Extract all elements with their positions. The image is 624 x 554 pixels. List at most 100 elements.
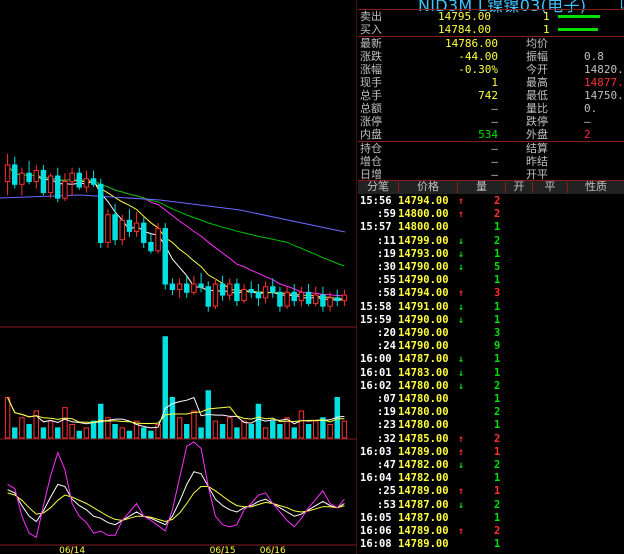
- tick-row[interactable]: :53 14787.00 ↓ 2: [358, 499, 624, 512]
- tick-row[interactable]: 16:00 14787.00 ↓ 1: [358, 353, 624, 366]
- tick-row[interactable]: 16:02 14780.00 ↓ 2: [358, 380, 624, 393]
- tick-price: 14787.00: [398, 498, 449, 511]
- tick-volume: 1: [494, 221, 501, 234]
- volume-bar: [62, 407, 68, 439]
- tick-price: 14793.00: [398, 247, 449, 260]
- stat-value: 14786.00: [445, 37, 498, 50]
- tick-row[interactable]: :23 14780.00 1: [358, 419, 624, 432]
- candle-body: [313, 294, 319, 304]
- ask-row[interactable]: 卖出 14795.00 1: [358, 10, 624, 23]
- tick-row[interactable]: 16:08 14789.00 1: [358, 538, 624, 551]
- candle-body: [205, 286, 211, 307]
- tick-row[interactable]: :59 14800.00 ↑ 2: [358, 208, 624, 221]
- tick-price: 14782.00: [398, 459, 449, 471]
- bid-row[interactable]: 买入 14784.00 1: [358, 23, 624, 36]
- candle-body: [33, 169, 39, 183]
- ma60-line: [0, 194, 346, 233]
- candle-body: [334, 297, 340, 302]
- stat-value: 14820.: [584, 63, 624, 76]
- tick-row[interactable]: 15:56 14794.00 ↑ 2: [358, 195, 624, 208]
- tick-price: 14790.00: [398, 313, 449, 326]
- tick-row[interactable]: :55 14790.00 1: [358, 274, 624, 287]
- candle-body: [148, 241, 154, 252]
- volume-bar: [241, 420, 247, 439]
- tick-row[interactable]: 15:57 14800.00 1: [358, 221, 624, 234]
- kline-chart[interactable]: 06/14 06/15 06/16: [0, 0, 357, 554]
- tick-volume: 2: [494, 525, 501, 537]
- candle-body: [26, 172, 32, 183]
- orderbook-bar: [558, 15, 600, 18]
- tick-header-open[interactable]: 开: [506, 181, 532, 194]
- tick-volume: 2: [494, 195, 501, 207]
- stat-row: 涨跌 -44.00 振幅 0.8: [358, 50, 624, 63]
- candle-body: [4, 164, 11, 183]
- tick-time: 16:04: [360, 472, 392, 485]
- stat-value: —: [491, 142, 498, 155]
- candle-body: [19, 172, 25, 185]
- tick-header-time[interactable]: 分笔: [358, 181, 398, 194]
- candle-body: [198, 283, 204, 288]
- orderbook-price: 14784.00: [438, 23, 491, 36]
- arrow-down-icon: ↓: [458, 354, 465, 366]
- tick-row[interactable]: :24 14790.00 9: [358, 340, 624, 353]
- tick-time: 15:58: [360, 300, 392, 313]
- tick-row[interactable]: :58 14794.00 ↑ 3: [358, 287, 624, 300]
- tick-price: 14799.00: [398, 234, 449, 247]
- tick-volume: 2: [494, 208, 501, 221]
- tick-volume: 2: [494, 379, 501, 392]
- stat-label: 涨停: [360, 115, 382, 128]
- tick-row[interactable]: :30 14790.00 ↓ 5: [358, 261, 624, 274]
- tick-price: 14789.00: [398, 538, 449, 551]
- candle-body: [83, 178, 90, 188]
- tick-price: 14783.00: [398, 366, 449, 379]
- tick-row[interactable]: :32 14785.00 ↑ 2: [358, 433, 624, 446]
- volume-bar: [126, 430, 133, 439]
- arrow-up-icon: ↑: [458, 209, 465, 221]
- tick-price: 14790.00: [398, 327, 449, 339]
- date-label: 06/16: [260, 546, 286, 554]
- candle-body: [241, 289, 247, 302]
- volume-bar: [313, 420, 319, 439]
- tick-table-header: 分笔 价格 量 开 平 性质: [358, 181, 624, 194]
- tick-row[interactable]: :19 14793.00 ↓ 1: [358, 248, 624, 261]
- tick-row[interactable]: 15:59 14790.00 ↓ 1: [358, 314, 624, 327]
- tick-time: :07: [377, 393, 396, 405]
- volume-bar: [69, 424, 75, 439]
- volume-bar: [341, 420, 348, 439]
- stat-value: 1: [491, 76, 498, 89]
- tick-row[interactable]: 16:04 14782.00 1: [358, 472, 624, 485]
- tick-price: 14800.00: [398, 221, 449, 234]
- tick-row[interactable]: :20 14790.00 3: [358, 327, 624, 340]
- candle-body: [234, 283, 240, 302]
- tick-row[interactable]: 16:01 14783.00 ↓ 1: [358, 367, 624, 380]
- tick-row[interactable]: :25 14789.00 ↑ 1: [358, 485, 624, 498]
- stat-value: 14877.: [584, 76, 624, 89]
- tick-time: :32: [377, 432, 396, 445]
- volume-bar: [198, 427, 204, 439]
- volume-bar: [55, 427, 61, 439]
- tick-header-type[interactable]: 性质: [568, 181, 624, 194]
- tick-row[interactable]: :11 14799.00 ↓ 2: [358, 235, 624, 248]
- stat-label: 昨结: [526, 155, 548, 168]
- kline-chart-panel[interactable]: 06/14 06/15 06/16: [0, 0, 357, 554]
- tick-header-close[interactable]: 平: [533, 181, 567, 194]
- volume-bar: [191, 410, 197, 439]
- stat-row: 持仓 — 结算: [358, 142, 624, 155]
- stat-row: 现手 1 最高 14877.: [358, 76, 624, 89]
- tick-row[interactable]: 15:58 14791.00 ↓ 1: [358, 301, 624, 314]
- tick-price: 14791.00: [398, 300, 449, 313]
- tick-header-volume[interactable]: 量: [458, 181, 505, 194]
- tick-price: 14789.00: [398, 485, 449, 498]
- tick-row[interactable]: 16:06 14789.00 ↑ 2: [358, 525, 624, 538]
- tick-row[interactable]: :19 14780.00 2: [358, 406, 624, 419]
- tick-row[interactable]: :47 14782.00 ↓ 2: [358, 459, 624, 472]
- candle-body: [277, 291, 283, 307]
- tick-header-price[interactable]: 价格: [399, 181, 457, 194]
- tick-row[interactable]: :07 14780.00 1: [358, 393, 624, 406]
- candle-body: [105, 214, 111, 243]
- tick-row[interactable]: 16:03 14789.00 ↑ 1: [358, 446, 624, 459]
- tick-volume: 1: [494, 300, 501, 313]
- tick-price: 14787.00: [398, 511, 449, 524]
- tick-row[interactable]: 16:05 14787.00 1: [358, 512, 624, 525]
- tick-volume: 1: [494, 353, 501, 366]
